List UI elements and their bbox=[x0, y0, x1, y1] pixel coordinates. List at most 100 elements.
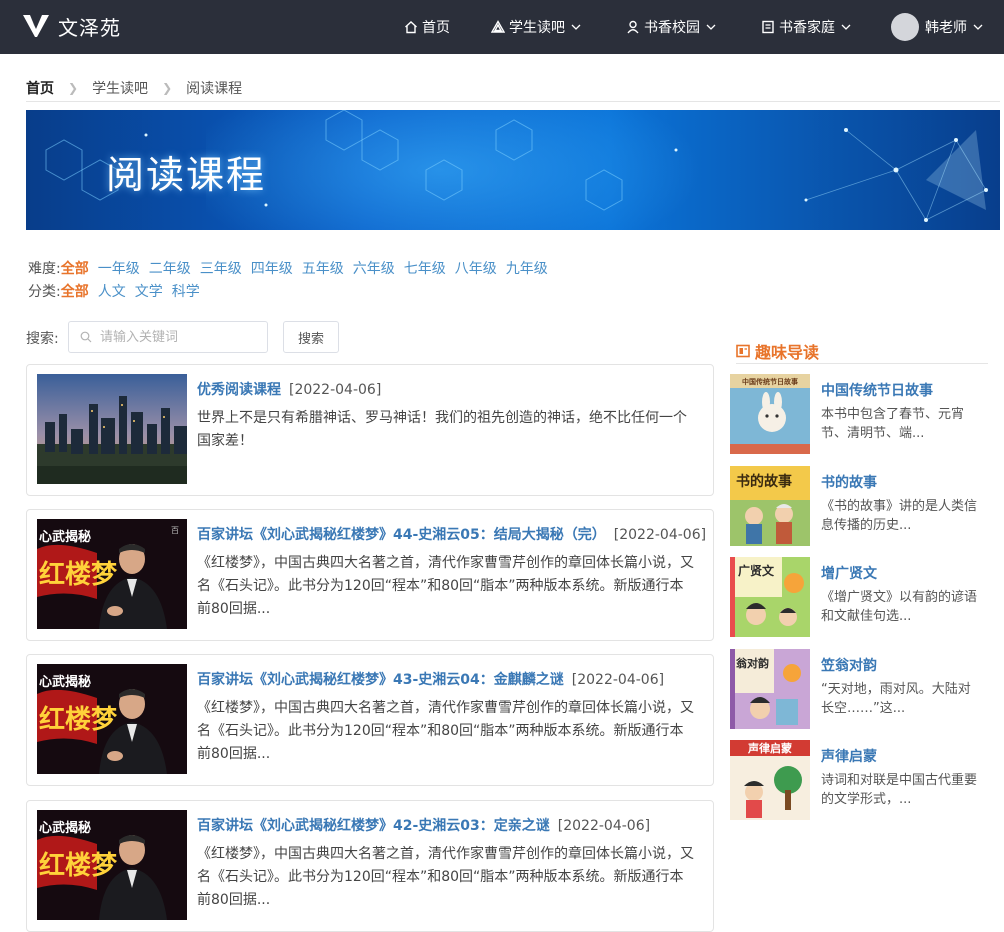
svg-text:心武揭秘: 心武揭秘 bbox=[39, 820, 91, 836]
difficulty-option[interactable]: 九年级 bbox=[506, 258, 548, 278]
course-thumbnail[interactable]: 心武揭秘 红楼梦 百 bbox=[37, 519, 187, 629]
course-card[interactable]: 心武揭秘 红楼梦 百 百家讲坛《刘心武揭秘红楼梦》44-史湘云05：结局大揭秘（… bbox=[26, 509, 714, 641]
course-description: 《红楼梦》，中国古典四大名著之首，清代作家曹雪芹创作的章回体长篇小说，又名《石头… bbox=[197, 700, 694, 762]
course-description: 世界上不是只有希腊神话、罗马神话！我们的祖先创造的神话，绝不比任何一个国家差！ bbox=[197, 410, 687, 449]
course-title-link[interactable]: 百家讲坛《刘心武揭秘红楼梦》42-史湘云03：定亲之谜 bbox=[197, 818, 550, 834]
difficulty-option[interactable]: 七年级 bbox=[404, 258, 446, 278]
book-item[interactable]: 书的故事 书的故事 《书的故事》讲的是人类信息传播的历史... bbox=[730, 466, 990, 548]
chevron-down-icon bbox=[973, 24, 983, 30]
course-thumbnail[interactable] bbox=[37, 374, 187, 484]
logo-v-icon bbox=[23, 15, 49, 37]
svg-text:心武揭秘: 心武揭秘 bbox=[39, 674, 91, 690]
course-thumbnail[interactable]: 心武揭秘 红楼梦 bbox=[37, 810, 187, 920]
cover-title-text: 中国传统节日故事 bbox=[742, 377, 798, 386]
search-label: 搜索: bbox=[26, 331, 59, 347]
brand-name: 文泽苑 bbox=[58, 15, 121, 40]
nav-family-label: 书香家庭 bbox=[779, 20, 835, 36]
difficulty-option[interactable]: 八年级 bbox=[455, 258, 497, 278]
nav-home[interactable]: 首页 bbox=[404, 0, 450, 54]
book-item[interactable]: 中国传统节日故事 中国传统节日故事 本书中包含了春节、元宵节、清明节、端... bbox=[730, 374, 990, 456]
course-title-row: 百家讲坛《刘心武揭秘红楼梦》42-史湘云03：定亲之谜 [2022-04-06] bbox=[197, 815, 707, 835]
course-description: 《红楼梦》，中国古典四大名著之首，清代作家曹雪芹创作的章回体长篇小说，又名《石头… bbox=[197, 846, 694, 908]
banner-title: 阅读课程 bbox=[106, 153, 267, 197]
difficulty-label: 难度: bbox=[28, 261, 61, 277]
course-description: 《红楼梦》，中国古典四大名著之首，清代作家曹雪芹创作的章回体长篇小说，又名《石头… bbox=[197, 555, 694, 617]
book-title-link[interactable]: 声律启蒙 bbox=[821, 746, 877, 766]
book-cover[interactable]: 中国传统节日故事 bbox=[730, 374, 810, 454]
book-cover[interactable]: 书的故事 bbox=[730, 466, 810, 546]
book-cover-image: 声律启蒙 bbox=[730, 740, 810, 820]
cover-title-text: 书的故事 bbox=[736, 473, 792, 490]
category-option[interactable]: 人文 bbox=[98, 281, 126, 301]
difficulty-option[interactable]: 三年级 bbox=[200, 258, 242, 278]
avatar bbox=[891, 13, 919, 41]
nav-student-reading[interactable]: 学生读吧 bbox=[491, 0, 581, 54]
course-title-row: 优秀阅读课程 [2022-04-06] bbox=[197, 379, 707, 399]
nav-home-label: 首页 bbox=[422, 20, 450, 36]
category-option[interactable]: 文学 bbox=[135, 281, 163, 301]
top-navbar: 文泽苑 首页 学生读吧 书香校园 书香家庭 韩老师 bbox=[0, 0, 1004, 54]
user-menu[interactable]: 韩老师 bbox=[891, 0, 983, 54]
book-description: 《书的故事》讲的是人类信息传播的历史... bbox=[821, 499, 978, 533]
book-description: “天对地，雨对风。大陆对长空……”这... bbox=[821, 682, 971, 716]
reading-guide-icon bbox=[736, 344, 750, 358]
course-date: [2022-04-06] bbox=[613, 527, 707, 543]
course-title-row: 百家讲坛《刘心武揭秘红楼梦》44-史湘云05：结局大揭秘（完） [2022-04-… bbox=[197, 524, 707, 544]
breadcrumb: 首页 ❯ 学生读吧 ❯ 阅读课程 bbox=[26, 78, 242, 98]
book-title-link[interactable]: 中国传统节日故事 bbox=[821, 380, 933, 400]
divider bbox=[736, 363, 988, 364]
book-item[interactable]: 广贤文 增广贤文 《增广贤文》以有韵的谚语和文献佳句选... bbox=[730, 557, 990, 639]
book-cover-image: 广贤文 bbox=[730, 557, 810, 637]
svg-text:红楼梦: 红楼梦 bbox=[39, 704, 118, 735]
nav-family[interactable]: 书香家庭 bbox=[761, 0, 851, 54]
breadcrumb-home[interactable]: 首页 bbox=[26, 78, 54, 98]
chevron-down-icon bbox=[841, 24, 851, 30]
home-icon bbox=[405, 21, 417, 34]
book-cover-image: 中国传统节日故事 bbox=[730, 374, 810, 454]
book-cover-image: 书的故事 bbox=[730, 466, 810, 546]
svg-text:红楼梦: 红楼梦 bbox=[39, 559, 118, 590]
divider bbox=[26, 101, 1000, 102]
course-title-link[interactable]: 优秀阅读课程 bbox=[197, 382, 281, 398]
difficulty-option[interactable]: 全部 bbox=[61, 258, 89, 278]
book-title-link[interactable]: 书的故事 bbox=[821, 472, 877, 492]
book-item[interactable]: 声律启蒙 声律启蒙 诗词和对联是中国古代重要的文学形式，... bbox=[730, 740, 990, 822]
book-title-link[interactable]: 增广贤文 bbox=[821, 563, 877, 583]
search-button[interactable]: 搜索 bbox=[283, 321, 339, 353]
search-input[interactable] bbox=[98, 328, 262, 346]
course-title-link[interactable]: 百家讲坛《刘心武揭秘红楼梦》44-史湘云05：结局大揭秘（完） bbox=[197, 527, 606, 543]
book-cover[interactable]: 广贤文 bbox=[730, 557, 810, 637]
book-cover[interactable]: 声律启蒙 bbox=[730, 740, 810, 820]
search-icon bbox=[80, 331, 92, 343]
course-card[interactable]: 心武揭秘 红楼梦 百家讲坛《刘心武揭秘红楼梦》43-史湘云04：金麒麟之谜 [20… bbox=[26, 654, 714, 786]
difficulty-option[interactable]: 一年级 bbox=[98, 258, 140, 278]
difficulty-option[interactable]: 六年级 bbox=[353, 258, 395, 278]
nav-student-reading-label: 学生读吧 bbox=[509, 20, 565, 36]
course-title-row: 百家讲坛《刘心武揭秘红楼梦》43-史湘云04：金麒麟之谜 [2022-04-06] bbox=[197, 669, 707, 689]
nav-campus[interactable]: 书香校园 bbox=[626, 0, 716, 54]
cover-title-text: 声律启蒙 bbox=[747, 741, 792, 755]
difficulty-option[interactable]: 五年级 bbox=[302, 258, 344, 278]
difficulty-option[interactable]: 二年级 bbox=[149, 258, 191, 278]
course-card[interactable]: 心武揭秘 红楼梦 百家讲坛《刘心武揭秘红楼梦》42-史湘云03：定亲之谜 [202… bbox=[26, 800, 714, 932]
book-description: 诗词和对联是中国古代重要的文学形式，... bbox=[821, 773, 978, 807]
lecture-video-image: 心武揭秘 红楼梦 bbox=[37, 664, 187, 774]
course-card[interactable]: 优秀阅读课程 [2022-04-06] 世界上不是只有希腊神话、罗马神话！我们的祖… bbox=[26, 364, 714, 496]
site-logo[interactable]: 文泽苑 bbox=[22, 11, 121, 41]
category-option[interactable]: 全部 bbox=[61, 281, 89, 301]
triangle-logo-icon bbox=[491, 20, 505, 33]
user-name: 韩老师 bbox=[925, 20, 967, 36]
course-thumbnail[interactable]: 心武揭秘 红楼梦 bbox=[37, 664, 187, 774]
category-filter: 分类: 全部 人文 文学 科学 bbox=[28, 281, 209, 301]
course-date: [2022-04-06] bbox=[571, 672, 665, 688]
category-option[interactable]: 科学 bbox=[172, 281, 200, 301]
breadcrumb-student-reading[interactable]: 学生读吧 bbox=[92, 78, 148, 98]
difficulty-option[interactable]: 四年级 bbox=[251, 258, 293, 278]
course-title-link[interactable]: 百家讲坛《刘心武揭秘红楼梦》43-史湘云04：金麒麟之谜 bbox=[197, 672, 564, 688]
book-cover[interactable]: 翁对韵 bbox=[730, 649, 810, 729]
chevron-down-icon bbox=[571, 24, 581, 30]
book-item[interactable]: 翁对韵 笠翁对韵 “天对地，雨对风。大陆对长空……”这... bbox=[730, 649, 990, 731]
category-label: 分类: bbox=[28, 284, 61, 300]
book-title-link[interactable]: 笠翁对韵 bbox=[821, 655, 877, 675]
book-description: 本书中包含了春节、元宵节、清明节、端... bbox=[821, 407, 965, 441]
